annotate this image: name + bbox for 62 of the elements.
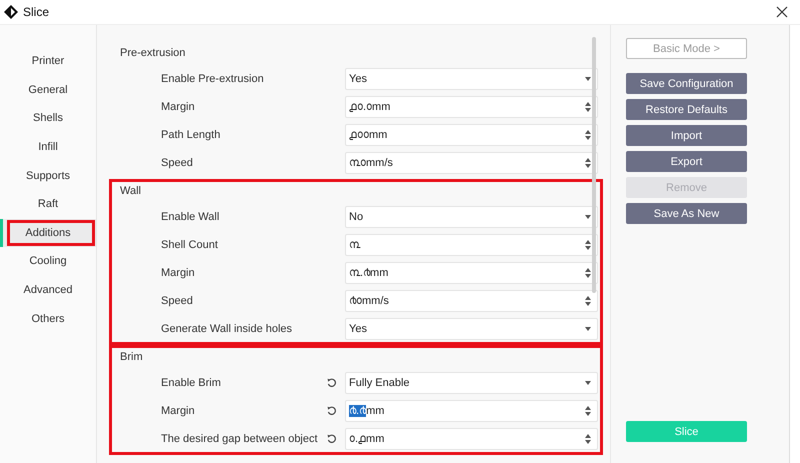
dropdown-arrow-icon [585,381,591,385]
setting-label: Path Length [161,128,222,142]
spinner-arrows-icon [585,268,591,278]
section-title: Pre-extrusion [119,46,186,61]
dropdown[interactable]: No [345,206,598,228]
dropdown[interactable]: Yes [345,318,598,340]
spinner-arrows-icon [585,102,591,112]
number-field[interactable]: ൩ [345,234,598,256]
section-title: Brim [119,350,144,365]
sidebar-item[interactable]: Advanced [0,276,96,304]
action-button[interactable]: Import [626,125,747,146]
sidebar-item[interactable]: General [0,76,96,104]
setting-label: Shell Count [161,238,219,252]
sidebar-item[interactable]: Infill [0,132,96,162]
action-button[interactable]: Restore Defaults [626,99,747,120]
sidebar-item[interactable]: Others [0,304,96,333]
number-field[interactable]: ൧൦൦mm [345,124,598,146]
number-field[interactable]: ൦.൧mm [345,428,598,450]
number-field[interactable]: ൩൦mm/s [345,152,598,174]
spinner-arrows-icon [585,130,591,140]
sidebar-item[interactable]: Supports [0,161,96,190]
spinner-arrows-icon [585,240,591,250]
dropdown-arrow-icon [585,327,591,331]
reset-icon[interactable] [327,378,337,388]
section-title: Wall [119,184,142,199]
setting-label: Generate Wall inside holes [161,322,294,336]
reset-icon[interactable] [327,434,337,444]
close-icon[interactable] [776,6,788,18]
dropdown-arrow-icon [585,215,591,219]
scrollbar[interactable] [592,37,596,293]
sidebar-item[interactable]: Cooling [0,247,96,276]
action-button[interactable]: Save As New [626,203,747,224]
setting-label: Speed [161,294,194,308]
setting-label: Margin [161,100,196,114]
spinner-arrows-icon [585,434,591,444]
setting-label: Margin [161,404,196,418]
spinner-arrows-icon [585,296,591,306]
setting-label: Margin [161,266,196,280]
sidebar-item[interactable]: Shells [0,104,96,133]
spinner-arrows-icon [585,406,591,416]
number-field[interactable]: ൪.൪mm [345,400,598,422]
number-field[interactable]: ൧൦.൦mm [345,96,598,118]
spinner-arrows-icon [585,158,591,168]
selection-indicator [0,218,3,248]
sidebar-item[interactable]: Additions [0,218,96,248]
dropdown[interactable]: Yes [345,68,598,90]
sidebar-item[interactable]: Printer [0,47,96,76]
action-button[interactable]: Save Configuration [626,73,747,94]
dropdown[interactable]: Fully Enable [345,372,598,394]
number-field[interactable]: ൪൦mm/s [345,290,598,312]
setting-label: Speed [161,156,194,170]
sidebar-item[interactable]: Raft [0,190,96,219]
number-field[interactable]: ൩.൪mm [345,262,598,284]
action-button[interactable]: Export [626,151,747,172]
reset-icon[interactable] [327,406,337,416]
window-title: Slice [23,5,50,19]
setting-label: Enable Brim [161,376,222,390]
dropdown-arrow-icon [585,77,591,81]
app-logo-icon [3,4,19,20]
setting-label: Enable Wall [161,210,220,224]
setting-label: Enable Pre-extrusion [161,72,265,86]
setting-label: The desired gap between object [161,432,319,446]
